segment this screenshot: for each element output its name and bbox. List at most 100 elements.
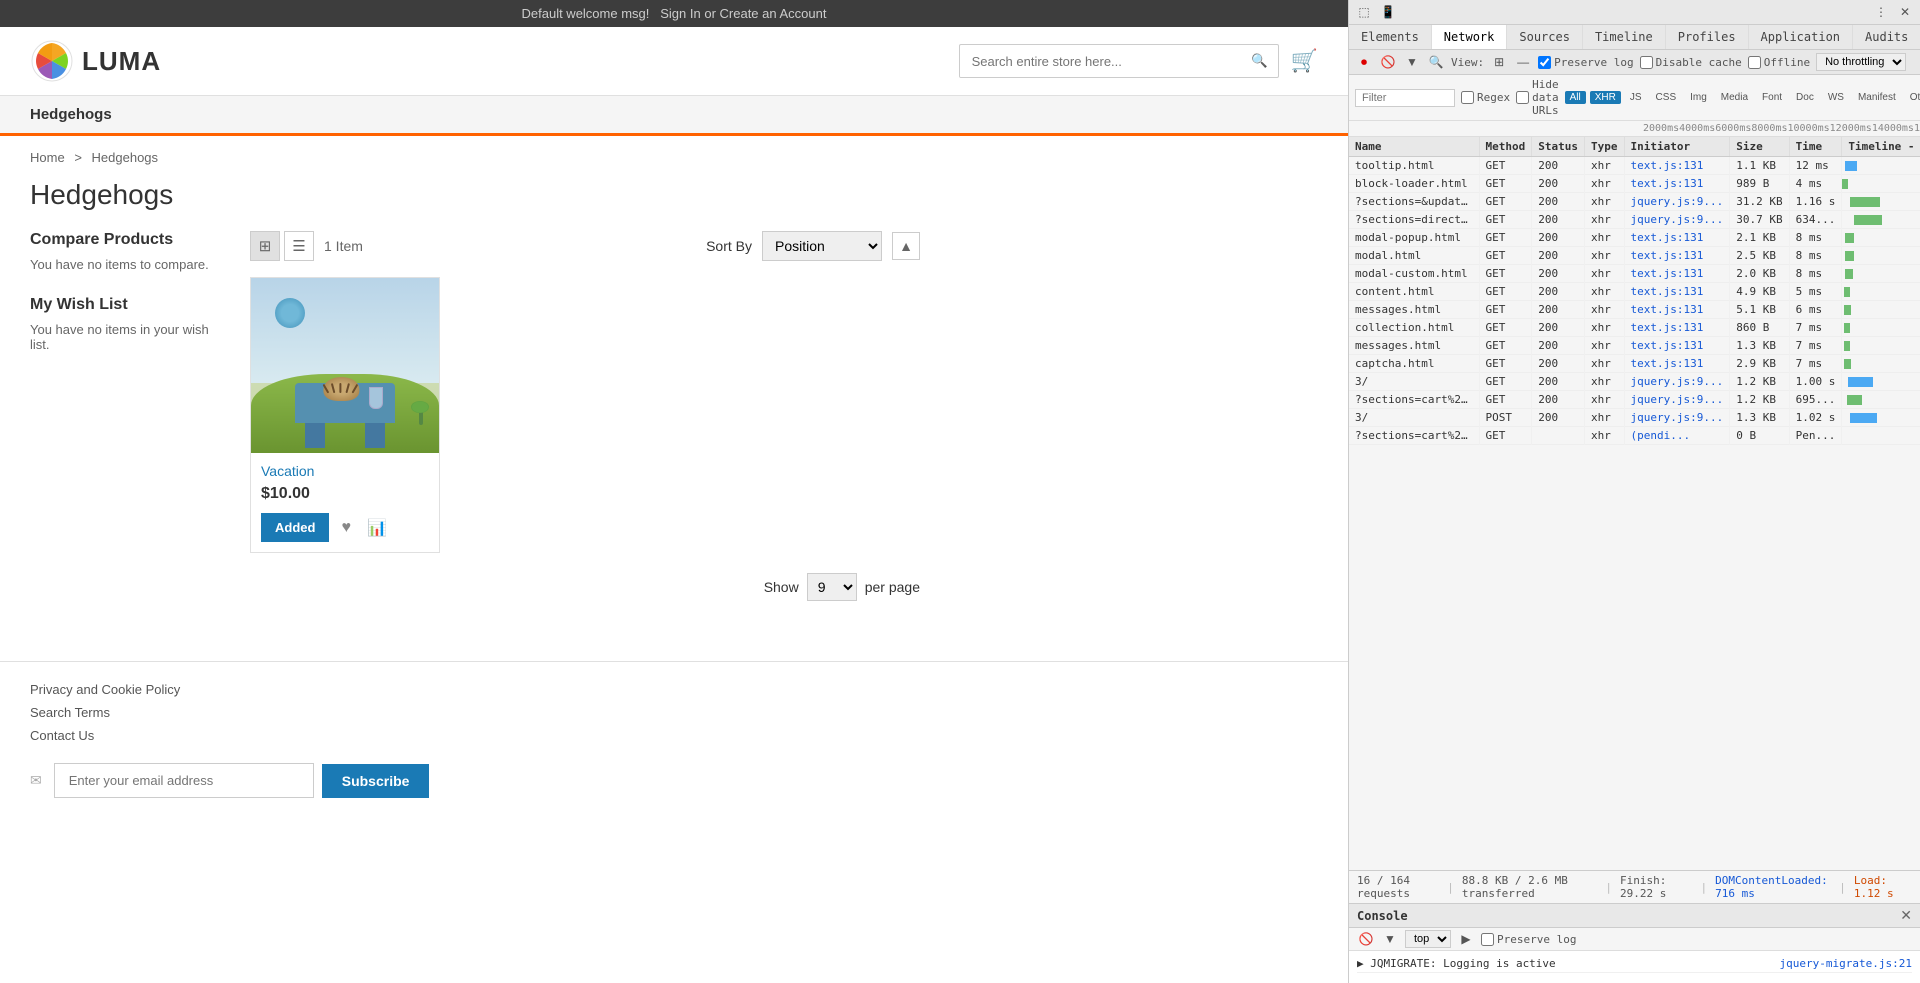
td-type: xhr — [1585, 355, 1625, 373]
console-log-message: ▶ JQMIGRATE: Logging is active — [1357, 957, 1556, 970]
table-row[interactable]: collection.html GET 200 xhr text.js:131 … — [1349, 319, 1920, 337]
console-clear[interactable]: 🚫 — [1357, 930, 1375, 948]
table-row[interactable]: ?sections=&update... GET 200 xhr jquery.… — [1349, 193, 1920, 211]
td-status: 200 — [1532, 319, 1585, 337]
cart-icon[interactable]: 🛒 — [1291, 48, 1318, 74]
devtools-settings-button[interactable]: ⋮ — [1872, 3, 1890, 21]
table-row[interactable]: messages.html GET 200 xhr text.js:131 1.… — [1349, 337, 1920, 355]
console-log-file[interactable]: jquery-migrate.js:21 — [1780, 957, 1912, 970]
offline-label[interactable]: Offline — [1748, 56, 1810, 69]
table-row[interactable]: captcha.html GET 200 xhr text.js:131 2.9… — [1349, 355, 1920, 373]
footer-link-contact[interactable]: Contact Us — [30, 728, 1318, 743]
preserve-log-label[interactable]: Preserve log — [1538, 56, 1633, 69]
filter-manifest[interactable]: Manifest — [1853, 91, 1901, 104]
col-name[interactable]: Name — [1349, 137, 1479, 157]
throttling-select[interactable]: No throttling — [1816, 53, 1906, 71]
add-to-cart-button[interactable]: Added — [261, 513, 329, 542]
table-row[interactable]: modal.html GET 200 xhr text.js:131 2.5 K… — [1349, 247, 1920, 265]
table-row[interactable]: 3/ POST 200 xhr jquery.js:9... 1.3 KB 1.… — [1349, 409, 1920, 427]
hide-data-urls-checkbox[interactable] — [1516, 91, 1529, 104]
product-name[interactable]: Vacation — [261, 463, 429, 479]
filter-css[interactable]: CSS — [1651, 91, 1682, 104]
footer-link-search[interactable]: Search Terms — [30, 705, 1318, 720]
console-close-button[interactable]: ✕ — [1900, 907, 1912, 924]
col-status[interactable]: Status — [1532, 137, 1585, 157]
filter-font[interactable]: Font — [1757, 91, 1787, 104]
console-arrow[interactable]: ▶ — [1457, 930, 1475, 948]
wishlist-button[interactable]: ♥ — [337, 515, 355, 541]
compare-button[interactable]: 📊 — [363, 514, 391, 542]
sort-select[interactable]: Position Name Price — [762, 231, 882, 261]
table-row[interactable]: ?sections=cart%2C... GET xhr (pendi... 0… — [1349, 427, 1920, 445]
table-row[interactable]: block-loader.html GET 200 xhr text.js:13… — [1349, 175, 1920, 193]
clear-button[interactable]: 🚫 — [1379, 53, 1397, 71]
td-method: GET — [1479, 247, 1532, 265]
td-timeline — [1842, 355, 1920, 373]
filter-ws[interactable]: WS — [1823, 91, 1849, 104]
list-view-button[interactable]: ☰ — [284, 231, 314, 261]
console-preserve-checkbox[interactable] — [1481, 933, 1494, 946]
col-method[interactable]: Method — [1479, 137, 1532, 157]
footer-links: Privacy and Cookie Policy Search Terms C… — [30, 682, 1318, 743]
grid-view-button[interactable]: ⊞ — [250, 231, 280, 261]
col-timeline[interactable]: Timeline - Start Time — [1842, 137, 1920, 157]
tab-elements[interactable]: Elements — [1349, 25, 1432, 49]
tab-profiles[interactable]: Profiles — [1666, 25, 1749, 49]
device-mode-button[interactable]: 📱 — [1379, 3, 1397, 21]
dom-content-loaded[interactable]: DOMContentLoaded: 716 ms — [1715, 874, 1831, 900]
search-input[interactable] — [960, 46, 1241, 77]
offline-checkbox[interactable] — [1748, 56, 1761, 69]
email-input[interactable] — [54, 763, 314, 798]
col-type[interactable]: Type — [1585, 137, 1625, 157]
filter-xhr[interactable]: XHR — [1590, 91, 1621, 104]
subscribe-button[interactable]: Subscribe — [322, 764, 430, 798]
table-row[interactable]: messages.html GET 200 xhr text.js:131 5.… — [1349, 301, 1920, 319]
regex-checkbox[interactable] — [1461, 91, 1474, 104]
tab-network[interactable]: Network — [1432, 25, 1508, 50]
filter-doc[interactable]: Doc — [1791, 91, 1819, 104]
network-view1[interactable]: ⊞ — [1490, 53, 1508, 71]
nav-active-tab[interactable]: Hedgehogs — [30, 96, 112, 136]
table-row[interactable]: tooltip.html GET 200 xhr text.js:131 1.1… — [1349, 157, 1920, 175]
footer-link-privacy[interactable]: Privacy and Cookie Policy — [30, 682, 1318, 697]
sort-direction-button[interactable]: ▲ — [892, 232, 920, 260]
filter-all[interactable]: All — [1565, 91, 1586, 104]
tab-sources[interactable]: Sources — [1507, 25, 1583, 49]
compare-products-text: You have no items to compare. — [30, 257, 220, 272]
table-row[interactable]: ?sections=cart%2C... GET 200 xhr jquery.… — [1349, 391, 1920, 409]
col-initiator[interactable]: Initiator — [1624, 137, 1730, 157]
disable-cache-label[interactable]: Disable cache — [1640, 56, 1742, 69]
per-page-select[interactable]: 9 15 30 — [807, 573, 857, 601]
table-row[interactable]: ?sections=directory-... GET 200 xhr jque… — [1349, 211, 1920, 229]
filter-media[interactable]: Media — [1716, 91, 1753, 104]
search-button[interactable]: 🔍 — [1241, 45, 1278, 77]
logo[interactable]: LUMA — [30, 39, 161, 83]
inspect-element-button[interactable]: ⬚ — [1355, 3, 1373, 21]
col-time[interactable]: Time — [1789, 137, 1842, 157]
tab-timeline[interactable]: Timeline — [1583, 25, 1666, 49]
filter-other[interactable]: Other — [1905, 91, 1920, 104]
filter-img[interactable]: Img — [1685, 91, 1712, 104]
tab-audits[interactable]: Audits — [1853, 25, 1920, 49]
network-view2[interactable]: — — [1514, 53, 1532, 71]
filter-input[interactable] — [1355, 89, 1455, 107]
preserve-log-checkbox[interactable] — [1538, 56, 1551, 69]
filter-js[interactable]: JS — [1625, 91, 1647, 104]
timeline-header: 2000ms 4000ms 6000ms 8000ms 10000ms 1200… — [1349, 121, 1920, 137]
col-size[interactable]: Size — [1730, 137, 1789, 157]
tab-application[interactable]: Application — [1749, 25, 1853, 49]
console-context-select[interactable]: top — [1405, 930, 1451, 948]
table-row[interactable]: modal-custom.html GET 200 xhr text.js:13… — [1349, 265, 1920, 283]
table-row[interactable]: modal-popup.html GET 200 xhr text.js:131… — [1349, 229, 1920, 247]
breadcrumb-home[interactable]: Home — [30, 150, 65, 165]
signin-link[interactable]: Sign In — [660, 6, 700, 21]
create-account-link[interactable]: Create an Account — [720, 6, 827, 21]
search-network[interactable]: 🔍 — [1427, 53, 1445, 71]
record-button[interactable]: ⏺ — [1355, 53, 1373, 71]
devtools-close-button[interactable]: ✕ — [1896, 3, 1914, 21]
table-row[interactable]: 3/ GET 200 xhr jquery.js:9... 1.2 KB 1.0… — [1349, 373, 1920, 391]
disable-cache-checkbox[interactable] — [1640, 56, 1653, 69]
table-row[interactable]: content.html GET 200 xhr text.js:131 4.9… — [1349, 283, 1920, 301]
filter-toggle[interactable]: ▼ — [1403, 53, 1421, 71]
console-filter[interactable]: ▼ — [1381, 930, 1399, 948]
